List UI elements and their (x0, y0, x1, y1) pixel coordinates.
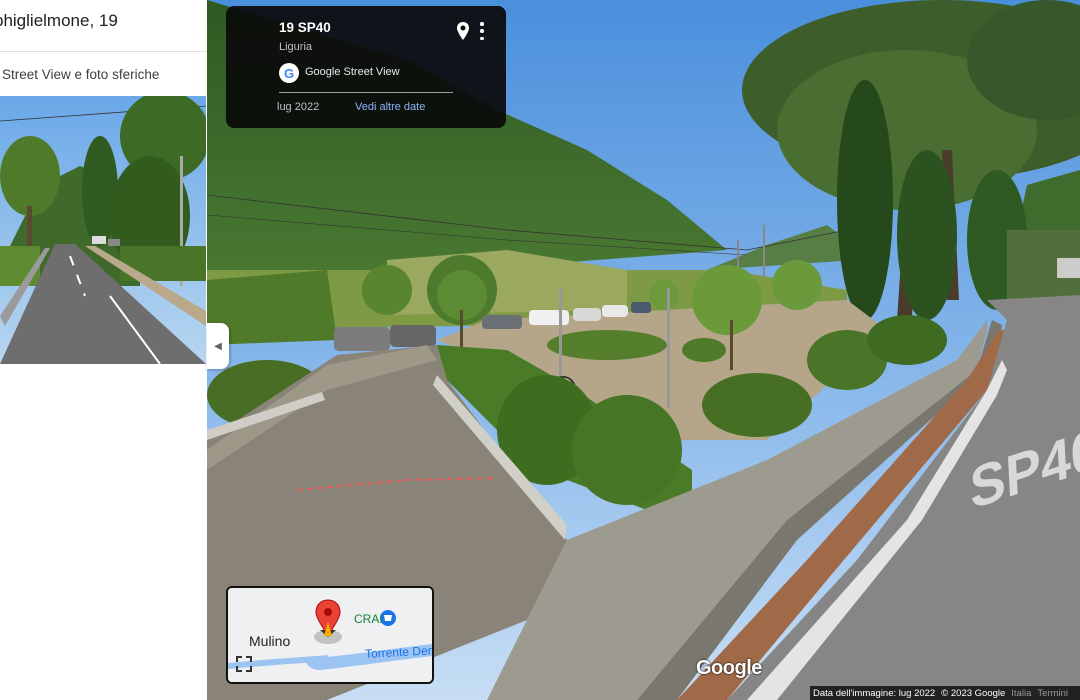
image-date: Data dell'immagine: lug 2022 (813, 687, 936, 699)
address-label: 19 SP40 (279, 20, 331, 35)
region-label: Liguria (279, 41, 313, 53)
capture-date: lug 2022 (277, 101, 320, 113)
more-vert-icon[interactable] (477, 22, 487, 40)
location-pin-icon[interactable] (455, 21, 471, 41)
street-view-thumbnail[interactable] (0, 96, 206, 364)
side-panel: phiglielmone, 19 Street View e foto sfer… (0, 0, 207, 700)
minimap-store-label: CRAI (354, 612, 383, 626)
collapse-panel-button[interactable]: ◀ (207, 323, 229, 369)
google-logo-icon: G (279, 63, 299, 83)
chevron-left-icon: ◀ (214, 340, 222, 352)
thumbnail-image (0, 96, 206, 364)
terms-link[interactable]: Termini (1034, 688, 1071, 699)
info-card: 19 SP40 Liguria G Google Street View lug… (226, 6, 506, 128)
google-watermark: Google (696, 657, 762, 679)
see-more-dates-link[interactable]: Vedi altre date (355, 101, 425, 113)
attribution-bar: Data dell'immagine: lug 2022 © 2023 Goog… (810, 686, 1080, 700)
place-title: phiglielmone, 19 (0, 11, 118, 30)
country-link[interactable]: Italia (1008, 688, 1034, 699)
divider (279, 92, 453, 93)
fullscreen-icon[interactable] (234, 654, 254, 674)
divider (0, 51, 207, 52)
brand-label: Google Street View (305, 66, 400, 78)
minimap-place-label: Mulino (249, 633, 291, 649)
street-view-section-label[interactable]: Street View e foto sferiche (2, 67, 159, 82)
minimap[interactable]: Mulino CRAI Torrente Derv (226, 586, 434, 684)
copyright: © 2023 Google (941, 687, 1006, 699)
